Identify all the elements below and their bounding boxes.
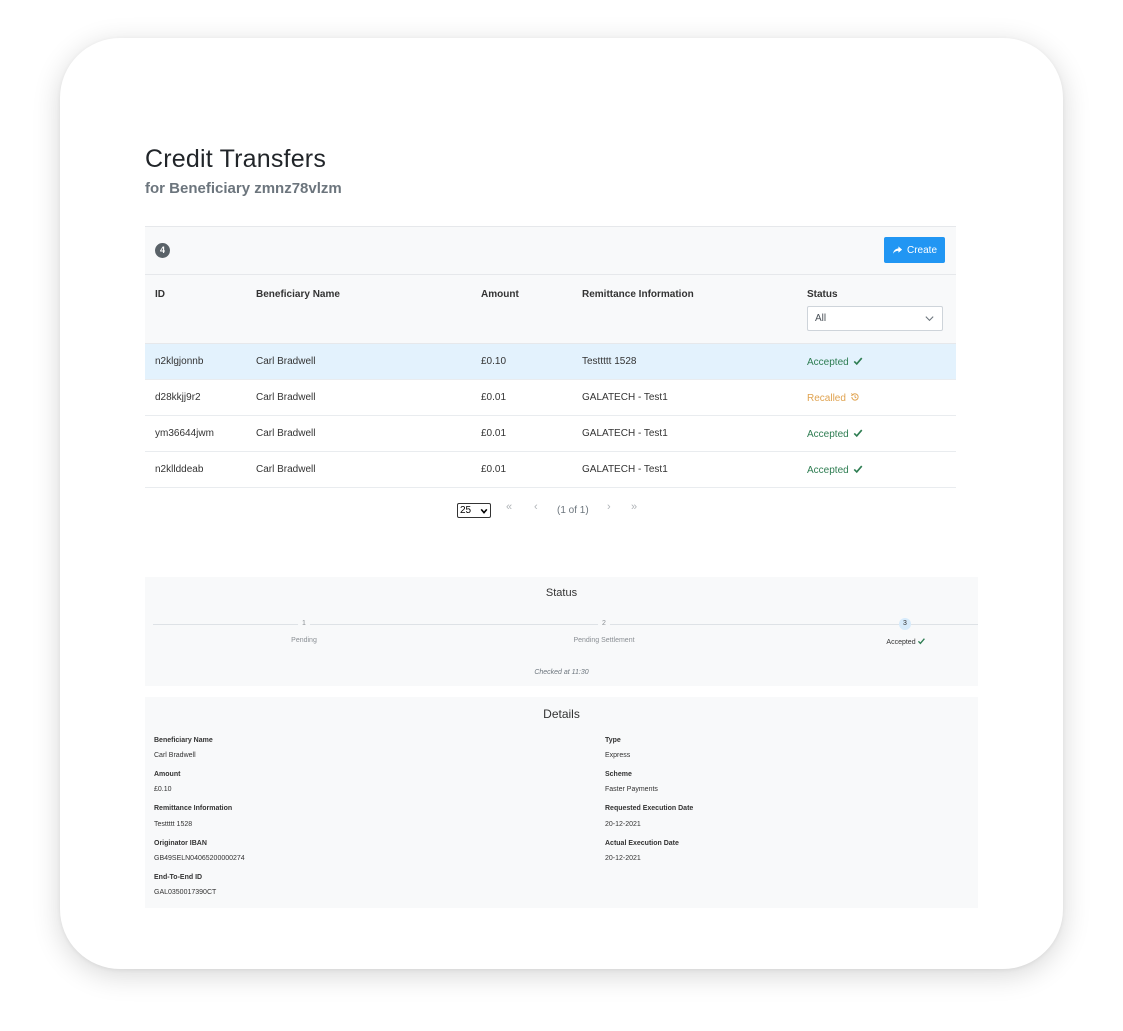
cell-remittance: GALATECH - Test1 [582, 392, 668, 403]
table-toolbar: 4 Create [145, 226, 956, 275]
status-text: Recalled [807, 393, 846, 404]
cell-beneficiary-name: Carl Bradwell [256, 464, 316, 475]
first-page-button[interactable]: « [506, 501, 512, 513]
next-page-button[interactable]: › [607, 501, 611, 513]
check-icon [918, 638, 926, 645]
chevron-down-icon [480, 508, 488, 514]
header-beneficiary-name[interactable]: Beneficiary Name [256, 289, 340, 300]
step-3-label: Accepted [886, 637, 926, 646]
table-row[interactable]: n2klgjonnb Carl Bradwell £0.10 Testtttt … [145, 344, 956, 380]
detail-label: Requested Execution Date [605, 805, 694, 812]
history-icon [850, 393, 859, 401]
detail-value: Faster Payments [605, 786, 658, 793]
rows-per-page-select[interactable]: 25 [457, 503, 491, 518]
status-panel-title: Status [545, 587, 578, 599]
detail-value: Carl Bradwell [154, 752, 196, 759]
count-badge: 4 [155, 243, 170, 258]
check-icon [853, 465, 863, 474]
detail-label: Actual Execution Date [605, 840, 679, 847]
cell-status: Accepted [807, 464, 863, 476]
step-3-marker: 3 [899, 618, 911, 630]
last-page-button[interactable]: » [631, 501, 637, 513]
table-header: ID Beneficiary Name Amount Remittance In… [145, 275, 956, 344]
header-status[interactable]: Status [807, 289, 838, 300]
create-button[interactable]: Create [884, 237, 945, 263]
cell-status: Accepted [807, 428, 863, 440]
step-3-label-text: Accepted [886, 639, 916, 646]
cell-remittance: GALATECH - Test1 [582, 464, 668, 475]
cell-id: ym36644jwm [155, 428, 214, 439]
status-filter-value: All [815, 313, 827, 324]
cell-status: Recalled [807, 392, 860, 404]
detail-value: GAL0350017390CT [154, 889, 217, 896]
cell-remittance: GALATECH - Test1 [582, 428, 668, 439]
create-button-label: Create [906, 244, 937, 256]
transfers-table: 4 Create ID Beneficiary Name Amount Remi… [145, 226, 956, 488]
cell-id: n2klgjonnb [155, 356, 204, 367]
detail-value: £0.10 [154, 786, 172, 793]
details-title: Details [543, 707, 580, 721]
detail-label: End-To-End ID [154, 874, 203, 881]
detail-label: Scheme [605, 771, 632, 778]
cell-beneficiary-name: Carl Bradwell [256, 356, 316, 367]
cell-id: n2klldde­ab [155, 464, 204, 475]
steps-line [153, 624, 978, 625]
details-panel: Details Beneficiary Name Carl Bradwell A… [145, 697, 978, 908]
rows-per-page-value: 25 [460, 505, 472, 516]
chevron-down-icon [925, 316, 934, 322]
status-text: Accepted [807, 465, 849, 476]
cell-remittance: Testtttt 1528 [582, 356, 637, 367]
header-id[interactable]: ID [155, 289, 165, 300]
check-icon [853, 357, 863, 366]
detail-value: Express [605, 752, 631, 759]
detail-value: Testtttt 1528 [154, 821, 193, 828]
page-report: (1 of 1) [557, 505, 589, 516]
cell-amount: £0.10 [481, 356, 507, 367]
table-row[interactable]: d28kkjj9r2 Carl Bradwell £0.01 GALATECH … [145, 380, 956, 416]
table-row[interactable]: ym36644jwm Carl Bradwell £0.01 GALATECH … [145, 416, 956, 452]
page-title: Credit Transfers [145, 145, 327, 173]
detail-label: Type [605, 737, 621, 744]
status-text: Accepted [807, 429, 849, 440]
table-row[interactable]: n2klldde­ab Carl Bradwell £0.01 GALATECH… [145, 452, 956, 488]
checked-at: Checked at 11:30 [534, 669, 589, 676]
cell-status: Accepted [807, 356, 863, 368]
cell-amount: £0.01 [481, 392, 507, 403]
status-panel: Status 1 2 3 Pending Pending Settlement … [145, 577, 978, 686]
cell-amount: £0.01 [481, 428, 507, 439]
detail-label: Amount [154, 771, 181, 778]
check-icon [853, 429, 863, 438]
step-2-marker: 2 [598, 618, 610, 630]
detail-value: GB49SELN04065200000274 [154, 855, 245, 862]
header-remittance[interactable]: Remittance Information [582, 289, 694, 300]
detail-value: 20-12-2021 [605, 821, 641, 828]
header-amount[interactable]: Amount [481, 289, 519, 300]
cell-id: d28kkjj9r2 [155, 392, 201, 403]
detail-value: 20-12-2021 [605, 855, 641, 862]
status-text: Accepted [807, 357, 849, 368]
page-subtitle: for Beneficiary zmnz78vlzm [145, 180, 342, 197]
step-2-label: Pending Settlement [573, 637, 635, 644]
detail-label: Originator IBAN [154, 840, 207, 847]
prev-page-button[interactable]: ‹ [534, 501, 538, 513]
cell-beneficiary-name: Carl Bradwell [256, 392, 316, 403]
cell-amount: £0.01 [481, 464, 507, 475]
status-filter-select[interactable]: All [807, 306, 943, 331]
paginator: 25 « ‹ (1 of 1) › » [145, 500, 956, 522]
detail-label: Remittance Information [154, 805, 233, 812]
step-1-marker: 1 [298, 618, 310, 630]
step-1-label: Pending [291, 637, 317, 644]
cell-beneficiary-name: Carl Bradwell [256, 428, 316, 439]
detail-label: Beneficiary Name [154, 737, 213, 744]
share-icon [893, 245, 903, 254]
